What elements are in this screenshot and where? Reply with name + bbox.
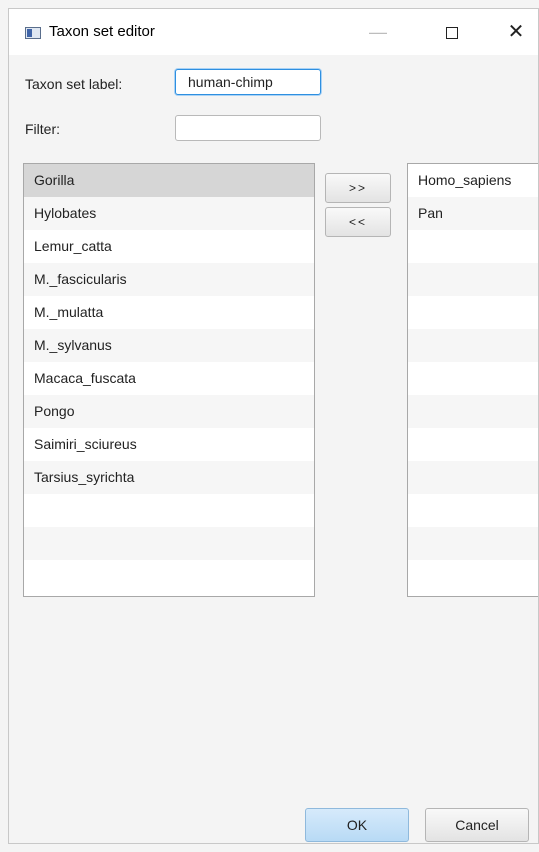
taxon-set-label-caption: Taxon set label:: [25, 76, 123, 92]
empty-row: [24, 494, 314, 527]
list-item[interactable]: Tarsius_syrichta: [24, 461, 314, 494]
empty-row: [408, 494, 538, 527]
list-item[interactable]: Macaca_fuscata: [24, 362, 314, 395]
empty-row: [408, 527, 538, 560]
empty-row: [24, 527, 314, 560]
taxon-set-editor-window: Taxon set editor — ✕ Taxon set label: Fi…: [8, 8, 539, 844]
list-item[interactable]: M._fascicularis: [24, 263, 314, 296]
filter-input[interactable]: [175, 115, 321, 141]
maximize-icon: [446, 27, 458, 40]
remove-taxa-button[interactable]: <<: [325, 207, 391, 237]
add-taxa-button[interactable]: >>: [325, 173, 391, 203]
empty-row: [408, 428, 538, 461]
included-taxa-list[interactable]: Homo_sapiens Pan: [407, 163, 538, 597]
list-item[interactable]: Pan: [408, 197, 538, 230]
list-item[interactable]: M._mulatta: [24, 296, 314, 329]
available-taxa-list[interactable]: Gorilla Hylobates Lemur_catta M._fascicular…: [23, 163, 315, 597]
list-item[interactable]: Pongo: [24, 395, 314, 428]
empty-row: [408, 230, 538, 263]
list-item[interactable]: Homo_sapiens: [408, 164, 538, 197]
list-item[interactable]: Lemur_catta: [24, 230, 314, 263]
empty-row: [408, 329, 538, 362]
empty-row: [24, 560, 314, 593]
maximize-button[interactable]: [429, 9, 475, 55]
empty-row: [408, 395, 538, 428]
taxon-set-label-input[interactable]: [175, 69, 321, 95]
ok-button[interactable]: OK: [305, 808, 409, 842]
cancel-button[interactable]: Cancel: [425, 808, 529, 842]
close-button[interactable]: ✕: [493, 9, 538, 55]
filter-caption: Filter:: [25, 121, 60, 137]
list-item[interactable]: Saimiri_sciureus: [24, 428, 314, 461]
empty-row: [408, 560, 538, 593]
window-title: Taxon set editor: [49, 23, 155, 40]
list-item[interactable]: Gorilla: [24, 164, 314, 197]
app-icon: [25, 27, 41, 39]
list-item[interactable]: Hylobates: [24, 197, 314, 230]
list-item[interactable]: M._sylvanus: [24, 329, 314, 362]
title-bar: Taxon set editor — ✕: [9, 9, 538, 55]
empty-row: [408, 362, 538, 395]
empty-row: [408, 296, 538, 329]
empty-row: [408, 263, 538, 296]
minimize-button[interactable]: —: [355, 9, 401, 55]
empty-row: [408, 461, 538, 494]
